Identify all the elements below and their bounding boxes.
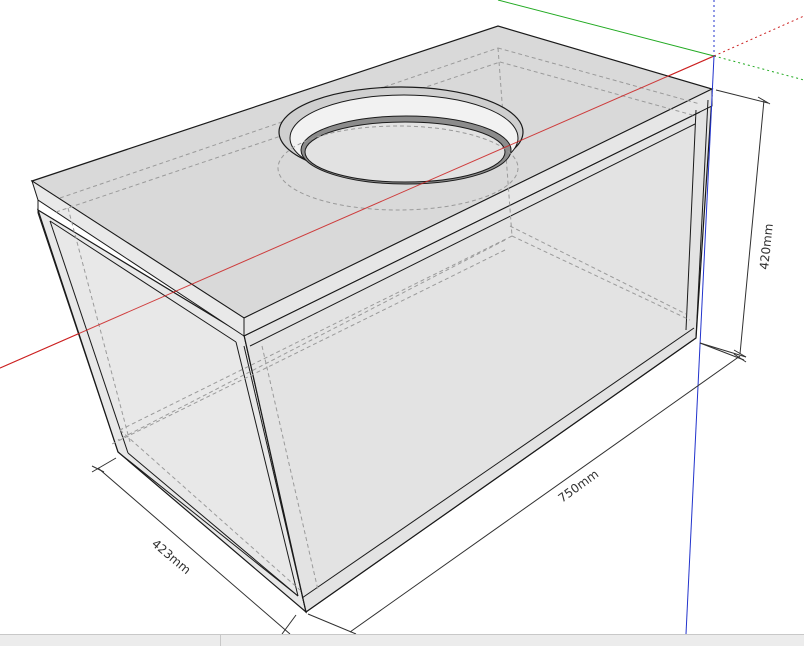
- green-axis-dotted: [713, 55, 804, 81]
- 3d-scene[interactable]: 420mm 750mm 423mm: [0, 0, 804, 634]
- depth-dimension-label: 423mm: [149, 537, 193, 577]
- cutout-hole: [304, 121, 506, 183]
- length-dimension-label: 750mm: [556, 467, 602, 506]
- status-bar: [0, 634, 804, 646]
- status-bar-segment-left: [0, 635, 221, 646]
- height-dimension-label: 420mm: [757, 223, 776, 271]
- modeling-viewport[interactable]: 420mm 750mm 423mm: [0, 0, 804, 634]
- red-axis-dotted: [713, 15, 804, 57]
- status-bar-segment-right: [220, 635, 804, 646]
